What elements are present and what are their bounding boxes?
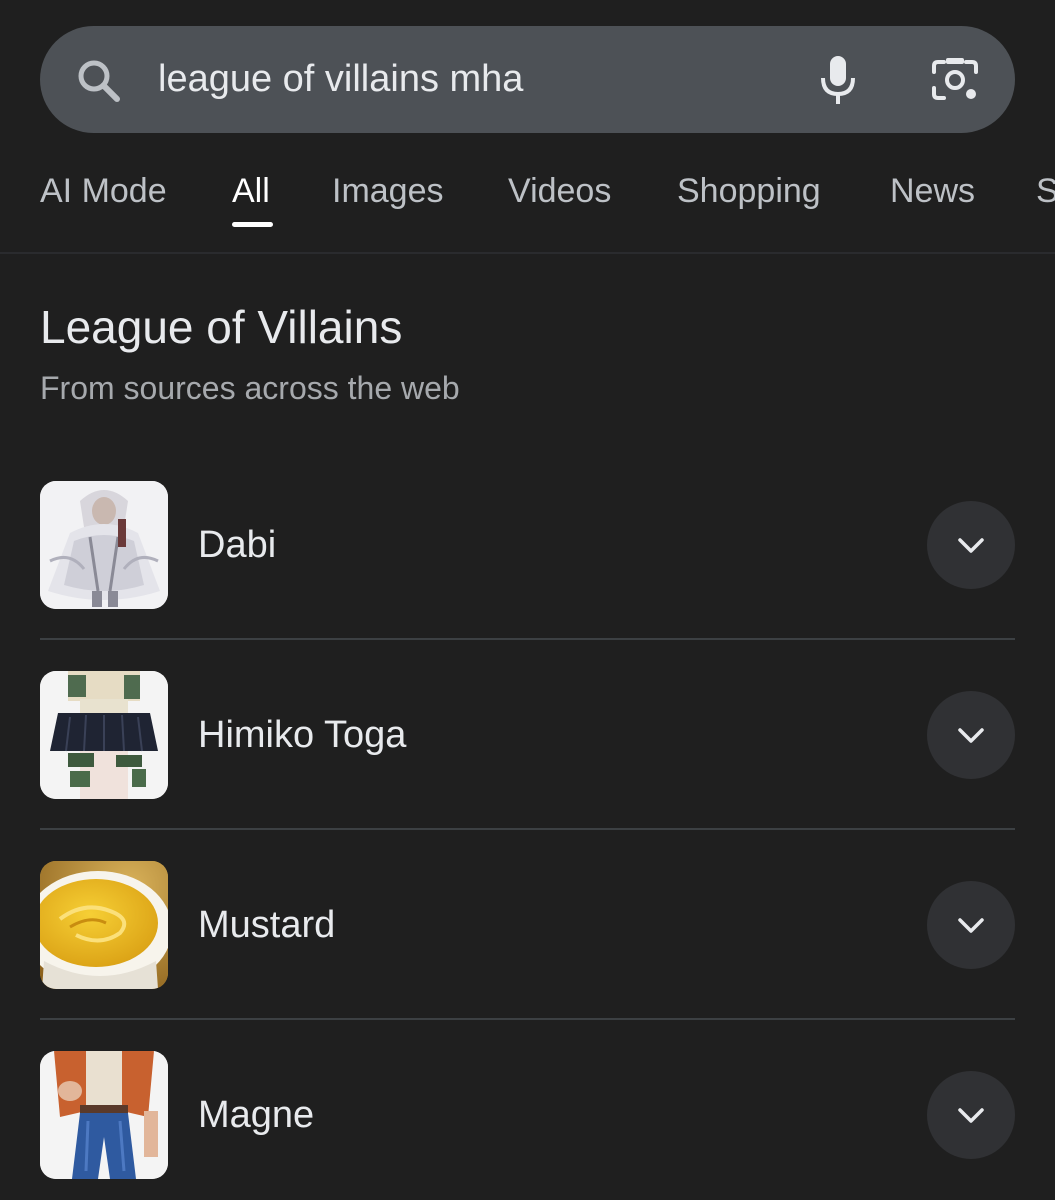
active-tab-indicator bbox=[232, 222, 273, 227]
entity-thumbnail bbox=[40, 861, 168, 989]
mustard-bowl-image bbox=[40, 861, 168, 989]
entity-thumbnail bbox=[40, 671, 168, 799]
section-subtitle: From sources across the web bbox=[40, 370, 460, 406]
entity-row-dabi[interactable]: Dabi bbox=[40, 481, 1015, 609]
entity-thumbnail bbox=[40, 1051, 168, 1179]
expand-button[interactable] bbox=[927, 501, 1015, 589]
list-divider bbox=[40, 828, 1015, 830]
character-image bbox=[40, 481, 168, 609]
chevron-down-icon bbox=[958, 728, 984, 743]
search-results-page: league of villains mha AI Mode All Image… bbox=[0, 0, 1055, 1200]
chevron-down-icon bbox=[958, 538, 984, 553]
lens-icon[interactable] bbox=[930, 56, 980, 104]
mic-icon[interactable] bbox=[816, 54, 860, 106]
tab-more-truncated[interactable]: S bbox=[1036, 170, 1055, 212]
entity-name: Mustard bbox=[198, 904, 336, 946]
expand-button[interactable] bbox=[927, 691, 1015, 779]
tab-images[interactable]: Images bbox=[332, 170, 444, 212]
entity-name: Himiko Toga bbox=[198, 714, 407, 756]
search-icon[interactable] bbox=[74, 56, 122, 104]
search-query[interactable]: league of villains mha bbox=[158, 54, 523, 104]
search-bar[interactable]: league of villains mha bbox=[40, 26, 1015, 133]
expand-button[interactable] bbox=[927, 881, 1015, 969]
character-image bbox=[40, 1051, 168, 1179]
tab-news[interactable]: News bbox=[890, 170, 975, 212]
entity-name: Dabi bbox=[198, 524, 277, 566]
tab-videos[interactable]: Videos bbox=[508, 170, 611, 212]
list-divider bbox=[40, 638, 1015, 640]
expand-button[interactable] bbox=[927, 1071, 1015, 1159]
chevron-down-icon bbox=[958, 1108, 984, 1123]
tab-all[interactable]: All bbox=[232, 170, 270, 212]
character-image bbox=[40, 671, 168, 799]
chevron-down-icon bbox=[958, 918, 984, 933]
entity-row-mustard[interactable]: Mustard bbox=[40, 861, 1015, 989]
list-divider bbox=[40, 1018, 1015, 1020]
tabs-divider bbox=[0, 252, 1055, 254]
entity-row-magne[interactable]: Magne bbox=[40, 1051, 1015, 1179]
entity-thumbnail bbox=[40, 481, 168, 609]
tab-shopping[interactable]: Shopping bbox=[677, 170, 821, 212]
search-tabs: AI Mode All Images Videos Shopping News … bbox=[0, 150, 1055, 250]
entity-row-himiko-toga[interactable]: Himiko Toga bbox=[40, 671, 1015, 799]
entity-name: Magne bbox=[198, 1094, 315, 1136]
tab-ai-mode[interactable]: AI Mode bbox=[40, 170, 167, 212]
section-title: League of Villains bbox=[40, 301, 403, 353]
